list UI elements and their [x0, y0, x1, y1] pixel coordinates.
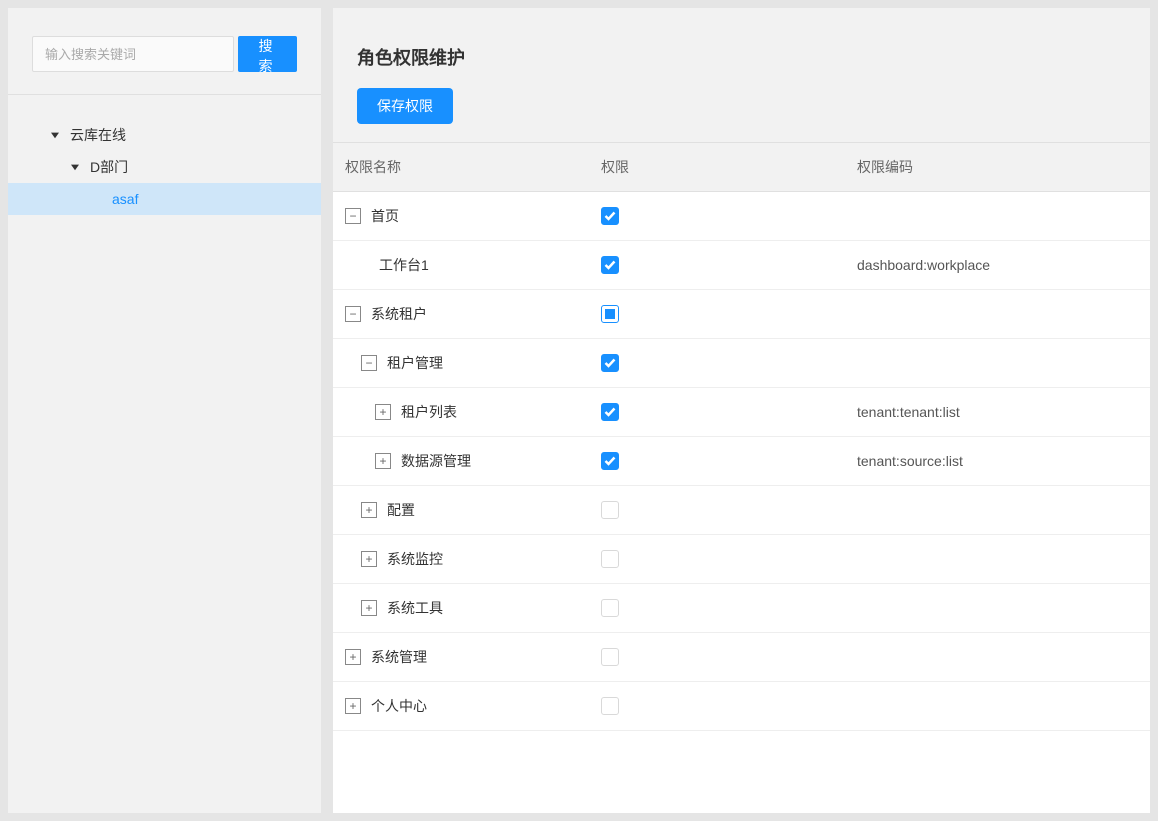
cell-code: [845, 535, 1150, 583]
permission-name: 个人中心: [371, 696, 427, 716]
cell-name: + 系统监控: [333, 535, 589, 583]
header-code: 权限编码: [845, 143, 1150, 191]
search-area: 搜 索: [8, 8, 321, 95]
permission-checkbox[interactable]: [601, 256, 619, 274]
permission-checkbox[interactable]: [601, 599, 619, 617]
permission-checkbox[interactable]: [601, 452, 619, 470]
header-name: 权限名称: [333, 143, 589, 191]
cell-name: + 个人中心: [333, 682, 589, 730]
cell-perm: [589, 437, 845, 485]
permission-checkbox[interactable]: [601, 403, 619, 421]
permission-name: 系统管理: [371, 647, 427, 667]
cell-perm: [589, 682, 845, 730]
cell-code: tenant:tenant:list: [845, 388, 1150, 436]
table-row: + 配置: [333, 486, 1150, 535]
permission-name: 数据源管理: [401, 451, 471, 471]
search-input[interactable]: [32, 36, 234, 72]
cell-name: 工作台1: [333, 241, 589, 289]
main-panel: 角色权限维护 保存权限 权限名称 权限 权限编码 −首页工作台1dashboar…: [333, 8, 1150, 813]
table-row: + 系统工具: [333, 584, 1150, 633]
permission-name: 首页: [371, 206, 399, 226]
cell-name: + 数据源管理: [333, 437, 589, 485]
page-title: 角色权限维护: [333, 32, 1150, 88]
cell-code: dashboard:workplace: [845, 241, 1150, 289]
cell-code: tenant:source:list: [845, 437, 1150, 485]
cell-code: [845, 339, 1150, 387]
expand-icon[interactable]: +: [345, 649, 361, 665]
tree-node[interactable]: asaf: [8, 183, 321, 215]
table-row: + 系统管理: [333, 633, 1150, 682]
table-row: + 租户列表 tenant:tenant:list: [333, 388, 1150, 437]
cell-code: [845, 486, 1150, 534]
expand-icon[interactable]: +: [361, 502, 377, 518]
permission-name: 工作台1: [379, 255, 429, 275]
cell-name: −租户管理: [333, 339, 589, 387]
cell-perm: [589, 388, 845, 436]
cell-code: [845, 682, 1150, 730]
tree-node-label: asaf: [112, 191, 138, 207]
cell-perm: [589, 633, 845, 681]
permission-checkbox[interactable]: [601, 501, 619, 519]
cell-name: + 系统管理: [333, 633, 589, 681]
caret-down-icon[interactable]: [50, 130, 60, 140]
permission-name: 租户列表: [401, 402, 457, 422]
permission-checkbox[interactable]: [601, 305, 619, 323]
cell-name: −首页: [333, 192, 589, 240]
permission-checkbox[interactable]: [601, 697, 619, 715]
expand-icon[interactable]: +: [375, 404, 391, 420]
cell-perm: [589, 486, 845, 534]
permission-name: 系统租户: [371, 304, 427, 324]
expand-icon[interactable]: +: [345, 698, 361, 714]
header-perm: 权限: [589, 143, 845, 191]
cell-name: + 租户列表: [333, 388, 589, 436]
sidebar: 搜 索 云库在线 D部门 asaf: [8, 8, 321, 813]
tree-node[interactable]: D部门: [8, 151, 321, 183]
table-row: + 系统监控: [333, 535, 1150, 584]
table-row: −首页: [333, 192, 1150, 241]
cell-perm: [589, 584, 845, 632]
tree-node-label: D部门: [90, 157, 128, 177]
table-row: 工作台1 dashboard:workplace: [333, 241, 1150, 290]
collapse-icon[interactable]: −: [345, 208, 361, 224]
cell-code: [845, 290, 1150, 338]
cell-code: [845, 584, 1150, 632]
table-row: −租户管理: [333, 339, 1150, 388]
expand-icon[interactable]: +: [361, 551, 377, 567]
tree-node-label: 云库在线: [70, 125, 126, 145]
collapse-icon[interactable]: −: [361, 355, 377, 371]
cell-code: [845, 192, 1150, 240]
permission-name: 系统监控: [387, 549, 443, 569]
permission-checkbox[interactable]: [601, 207, 619, 225]
permission-checkbox[interactable]: [601, 550, 619, 568]
cell-name: + 配置: [333, 486, 589, 534]
permission-name: 系统工具: [387, 598, 443, 618]
table-body[interactable]: −首页工作台1dashboard:workplace−系统租户−租户管理+租户列…: [333, 192, 1150, 813]
permission-name: 配置: [387, 500, 415, 520]
save-permissions-button[interactable]: 保存权限: [357, 88, 453, 124]
org-tree: 云库在线 D部门 asaf: [8, 95, 321, 215]
cell-name: −系统租户: [333, 290, 589, 338]
table-row: + 数据源管理 tenant:source:list: [333, 437, 1150, 486]
search-button[interactable]: 搜 索: [238, 36, 297, 72]
permission-name: 租户管理: [387, 353, 443, 373]
tree-node[interactable]: 云库在线: [8, 119, 321, 151]
cell-name: + 系统工具: [333, 584, 589, 632]
cell-perm: [589, 241, 845, 289]
table-header: 权限名称 权限 权限编码: [333, 142, 1150, 192]
collapse-icon[interactable]: −: [345, 306, 361, 322]
expand-icon[interactable]: +: [375, 453, 391, 469]
permission-checkbox[interactable]: [601, 648, 619, 666]
cell-perm: [589, 290, 845, 338]
table-row: + 个人中心: [333, 682, 1150, 731]
permissions-table: 权限名称 权限 权限编码 −首页工作台1dashboard:workplace−…: [333, 142, 1150, 813]
permission-checkbox[interactable]: [601, 354, 619, 372]
cell-perm: [589, 339, 845, 387]
table-row: −系统租户: [333, 290, 1150, 339]
cell-perm: [589, 535, 845, 583]
cell-perm: [589, 192, 845, 240]
save-area: 保存权限: [333, 88, 1150, 142]
expand-icon[interactable]: +: [361, 600, 377, 616]
caret-down-icon[interactable]: [70, 162, 80, 172]
cell-code: [845, 633, 1150, 681]
